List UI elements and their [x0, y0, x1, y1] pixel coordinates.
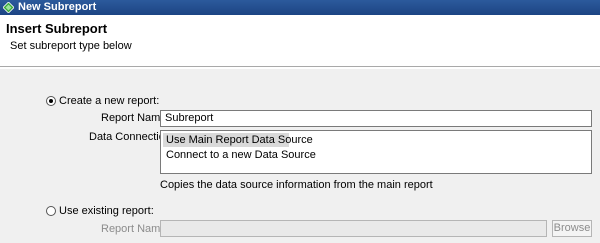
crystal-diamond-icon [3, 2, 14, 13]
data-connection-option-main[interactable]: Use Main Report Data Source [163, 133, 313, 147]
report-name-input[interactable]: Subreport [160, 110, 592, 127]
use-existing-report-label[interactable]: Use existing report: [59, 205, 154, 217]
create-new-report-radio[interactable] [46, 96, 56, 106]
existing-report-name-input[interactable] [160, 220, 547, 237]
use-existing-report-radio[interactable] [46, 206, 56, 216]
browse-button[interactable]: Browse [552, 220, 592, 237]
dialog-title: Insert Subreport [6, 21, 108, 36]
create-new-report-label[interactable]: Create a new report: [59, 95, 159, 107]
data-connection-listbox[interactable]: Use Main Report Data Source Connect to a… [160, 130, 592, 174]
dialog-subtitle: Set subreport type below [10, 40, 132, 52]
data-connection-description: Copies the data source information from … [160, 179, 433, 191]
dialog-body: Create a new report: Report Name: Subrep… [0, 68, 600, 243]
data-connection-option-new[interactable]: Connect to a new Data Source [163, 148, 316, 162]
window-title: New Subreport [18, 1, 97, 13]
window-titlebar: New Subreport [0, 0, 600, 15]
dialog-header: Insert Subreport Set subreport type belo… [0, 15, 600, 67]
